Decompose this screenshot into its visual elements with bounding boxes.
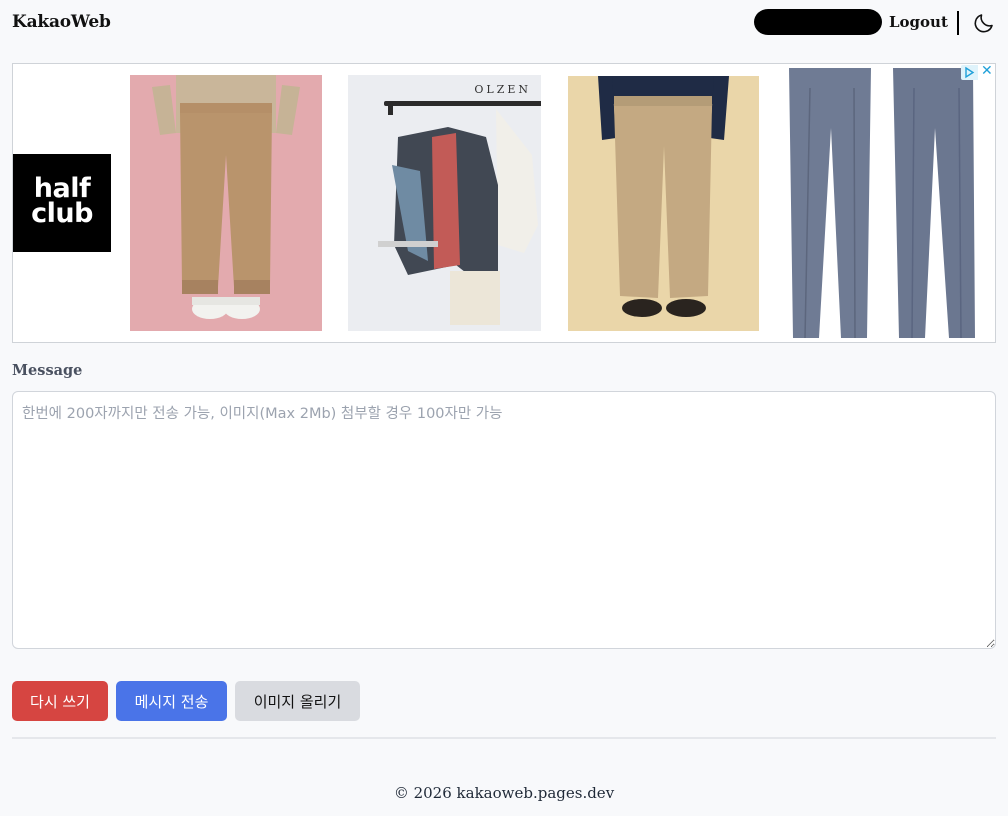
footer-copyright: © 2026 kakaoweb.pages.dev <box>393 784 615 802</box>
ad-product-jacket-outfit[interactable]: OLZEN <box>348 75 541 331</box>
logo-line2: club <box>31 198 93 229</box>
message-textarea[interactable] <box>12 391 996 649</box>
halfclub-logo[interactable]: half club <box>13 154 111 252</box>
ad-product-gray-trousers[interactable] <box>779 68 983 338</box>
redacted-username <box>754 9 882 35</box>
olzen-brand-text: OLZEN <box>474 83 531 96</box>
send-message-button[interactable]: 메시지 전송 <box>116 681 227 721</box>
ad-banner[interactable]: half club OLZEN ✕ <box>12 63 996 343</box>
nav-divider <box>957 11 959 35</box>
reset-button[interactable]: 다시 쓰기 <box>12 681 108 721</box>
top-nav: KakaoWeb Logout <box>0 0 1008 46</box>
moon-icon[interactable] <box>972 11 996 35</box>
upload-image-button[interactable]: 이미지 올리기 <box>235 681 360 721</box>
adchoices-icon[interactable]: ✕ <box>961 64 995 80</box>
ad-product-jogger-pants[interactable] <box>130 75 322 331</box>
divider <box>12 737 996 739</box>
message-label: Message <box>12 362 83 379</box>
close-icon[interactable]: ✕ <box>981 64 993 79</box>
brand-title[interactable]: KakaoWeb <box>12 12 111 32</box>
adchoices-info-icon[interactable] <box>961 65 978 80</box>
logout-link[interactable]: Logout <box>889 13 948 31</box>
ad-product-beige-slacks[interactable] <box>568 76 759 331</box>
